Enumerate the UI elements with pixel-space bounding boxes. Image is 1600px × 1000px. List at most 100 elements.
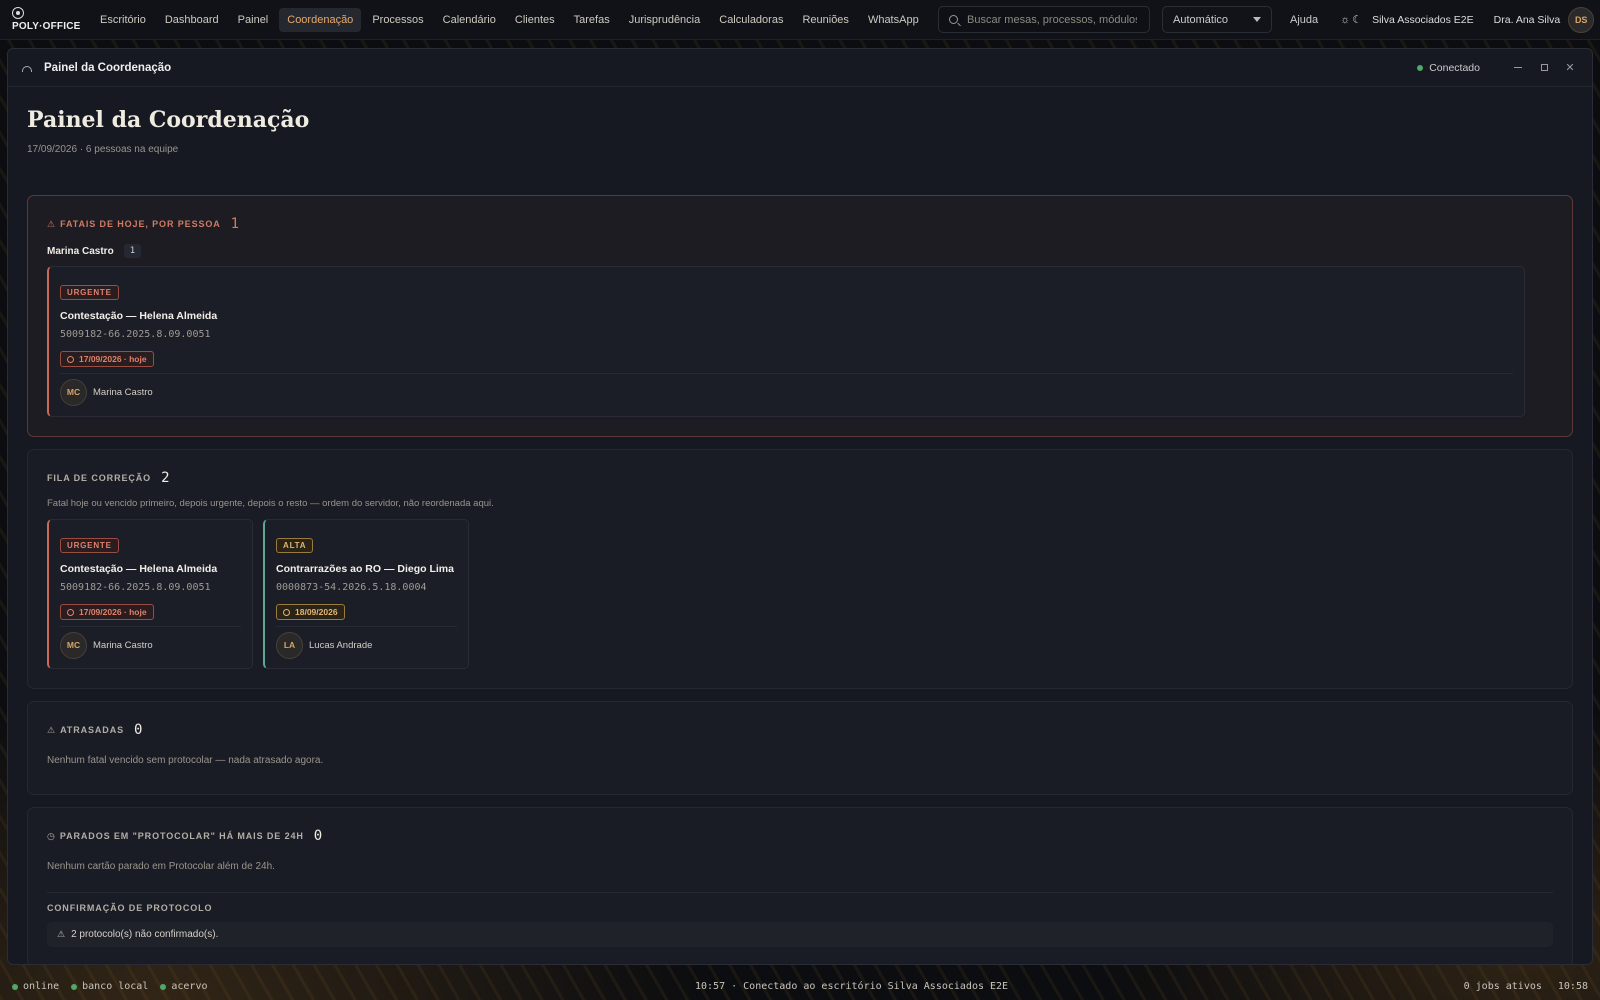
due-date-badge: 18/09/2026: [276, 604, 345, 620]
queue-cards: URGENTE Contestação — Helena Almeida 500…: [47, 519, 1553, 669]
window-content: Painel da Coordenação 17/09/2026 · 6 pes…: [8, 87, 1592, 964]
gauge-icon: [22, 65, 32, 72]
status-message: 10:57 · Conectado ao escritório Silva As…: [695, 981, 1009, 992]
parados-empty: Nenhum cartão parado em Protocolar além …: [47, 861, 275, 872]
due-date: 17/09/2026 · hoje: [79, 607, 147, 617]
window-titlebar: Painel da Coordenação Conectado ✕: [8, 49, 1592, 87]
user-avatar[interactable]: DS: [1568, 6, 1595, 33]
status-bar: online banco local acervo 10:57 · Conect…: [0, 973, 1600, 1000]
status-local-db-label: banco local: [82, 981, 149, 992]
atrasadas-count: 0: [134, 722, 143, 738]
fila-panel: FILA DE CORREÇÃO 2 Fatal hoje ou vencido…: [27, 449, 1573, 689]
clock-icon: [67, 355, 74, 363]
minimize-button[interactable]: [1510, 60, 1526, 76]
assignee-name: Lucas Andrade: [309, 639, 373, 651]
nav-item-clientes[interactable]: Clientes: [507, 8, 563, 32]
status-online: online: [12, 981, 59, 992]
connection-status-dot: [1417, 64, 1424, 71]
user-name[interactable]: Dra. Ana Silva: [1494, 14, 1561, 26]
fatal-card[interactable]: URGENTE Contestação — Helena Almeida 500…: [47, 266, 1525, 417]
close-button[interactable]: ✕: [1562, 60, 1578, 76]
due-date: 17/09/2026 · hoje: [79, 354, 147, 364]
status-dot: [160, 983, 167, 990]
page-title: Painel da Coordenação: [27, 107, 310, 133]
person-count: 1: [123, 244, 142, 258]
fila-label: FILA DE CORREÇÃO: [47, 473, 152, 483]
status-dot: [71, 983, 78, 990]
fatais-panel: ⚠ FATAIS DE HOJE, POR PESSOA 1 Marina Ca…: [27, 195, 1573, 437]
theme-toggle-icon[interactable]: ☼☾: [1340, 13, 1364, 26]
mode-select[interactable]: Automático: [1162, 6, 1272, 33]
search-input[interactable]: [967, 13, 1137, 26]
help-link[interactable]: Ajuda: [1290, 14, 1318, 26]
nav-item-coordenacao[interactable]: Coordenação: [279, 7, 362, 32]
atrasadas-label: ATRASADAS: [60, 725, 125, 735]
section-divider: [47, 892, 1553, 893]
process-number: 0000873-54.2026.5.18.0004: [276, 582, 427, 593]
status-clock: 10:58: [1557, 981, 1588, 992]
clock-icon: [283, 608, 290, 616]
confirm-text: 2 protocolo(s) não confirmado(s).: [71, 929, 219, 940]
queue-card[interactable]: ALTA Contrarrazões ao RO — Diego Lima 00…: [263, 519, 469, 669]
nav-item-reunioes[interactable]: Reuniões: [794, 8, 856, 32]
search-box[interactable]: [938, 6, 1150, 33]
maximize-button[interactable]: [1536, 60, 1552, 76]
card-divider: [60, 625, 241, 627]
avatar: LA: [276, 631, 303, 659]
target-icon: [12, 7, 24, 19]
person-name: Marina Castro: [47, 245, 114, 257]
jobs-count: 0 jobs ativos: [1463, 981, 1542, 992]
assignee-name: Marina Castro: [93, 386, 153, 398]
main-nav: Escritório Dashboard Painel Coordenação …: [92, 0, 928, 40]
status-local-db: banco local: [71, 981, 148, 992]
connection-status: Conectado: [1429, 61, 1480, 74]
warning-icon: ⚠: [47, 724, 56, 735]
clock-icon: ◷: [47, 830, 55, 841]
avatar: MC: [60, 631, 87, 659]
fila-description: Fatal hoje ou vencido primeiro, depois u…: [47, 498, 494, 509]
parados-count: 0: [313, 828, 323, 844]
priority-badge: ALTA: [276, 538, 314, 553]
warning-icon: ⚠: [47, 218, 56, 229]
status-acervo-label: acervo: [171, 981, 208, 992]
nav-item-calendario[interactable]: Calendário: [435, 8, 504, 32]
due-date-badge: 17/09/2026 · hoje: [60, 351, 154, 367]
process-number: 5009182-66.2025.8.09.0051: [60, 582, 211, 593]
card-divider: [60, 372, 1513, 374]
queue-card[interactable]: URGENTE Contestação — Helena Almeida 500…: [47, 519, 253, 669]
maximize-icon: [1540, 64, 1548, 71]
confirm-label: CONFIRMAÇÃO DE PROTOCOLO: [47, 903, 213, 913]
due-date: 18/09/2026: [295, 607, 338, 617]
process-number: 5009182-66.2025.8.09.0051: [60, 329, 211, 340]
nav-item-jurisprudencia[interactable]: Jurisprudência: [621, 8, 709, 32]
nav-item-whatsapp[interactable]: WhatsApp: [860, 8, 927, 32]
brand-logo[interactable]: POLY·OFFICE: [0, 0, 92, 40]
status-dot: [12, 983, 18, 990]
priority-badge: URGENTE: [60, 538, 119, 553]
status-acervo: acervo: [160, 981, 207, 992]
card-title: Contrarrazões ao RO — Diego Lima: [276, 563, 454, 575]
person-row: Marina Castro 1: [47, 244, 1553, 258]
assignee-name: Marina Castro: [93, 639, 153, 651]
nav-item-calculadoras[interactable]: Calculadoras: [711, 8, 791, 32]
page-subtitle: 17/09/2026 · 6 pessoas na equipe: [27, 144, 179, 155]
avatar: MC: [60, 378, 87, 406]
search-icon: [949, 15, 958, 24]
priority-badge: URGENTE: [60, 285, 119, 300]
nav-item-processos[interactable]: Processos: [364, 8, 431, 32]
atrasadas-empty: Nenhum fatal vencido sem protocolar — na…: [47, 755, 324, 766]
card-title: Contestação — Helena Almeida: [60, 563, 218, 575]
due-date-badge: 17/09/2026 · hoje: [60, 604, 154, 620]
assignee: LA Lucas Andrade: [276, 631, 457, 659]
minimize-icon: [1514, 67, 1522, 68]
nav-item-painel[interactable]: Painel: [230, 8, 277, 32]
nav-item-tarefas[interactable]: Tarefas: [566, 8, 618, 32]
chevron-down-icon: [1253, 17, 1261, 22]
office-name[interactable]: Silva Associados E2E: [1372, 14, 1474, 26]
confirm-row[interactable]: ⚠ 2 protocolo(s) não confirmado(s).: [47, 922, 1553, 947]
top-navigation-bar: POLY·OFFICE Escritório Dashboard Painel …: [0, 0, 1600, 40]
warning-icon: ⚠: [57, 929, 66, 939]
nav-item-dashboard[interactable]: Dashboard: [157, 8, 227, 32]
nav-item-escritorio[interactable]: Escritório: [92, 8, 154, 32]
fatais-count: 1: [230, 216, 240, 232]
